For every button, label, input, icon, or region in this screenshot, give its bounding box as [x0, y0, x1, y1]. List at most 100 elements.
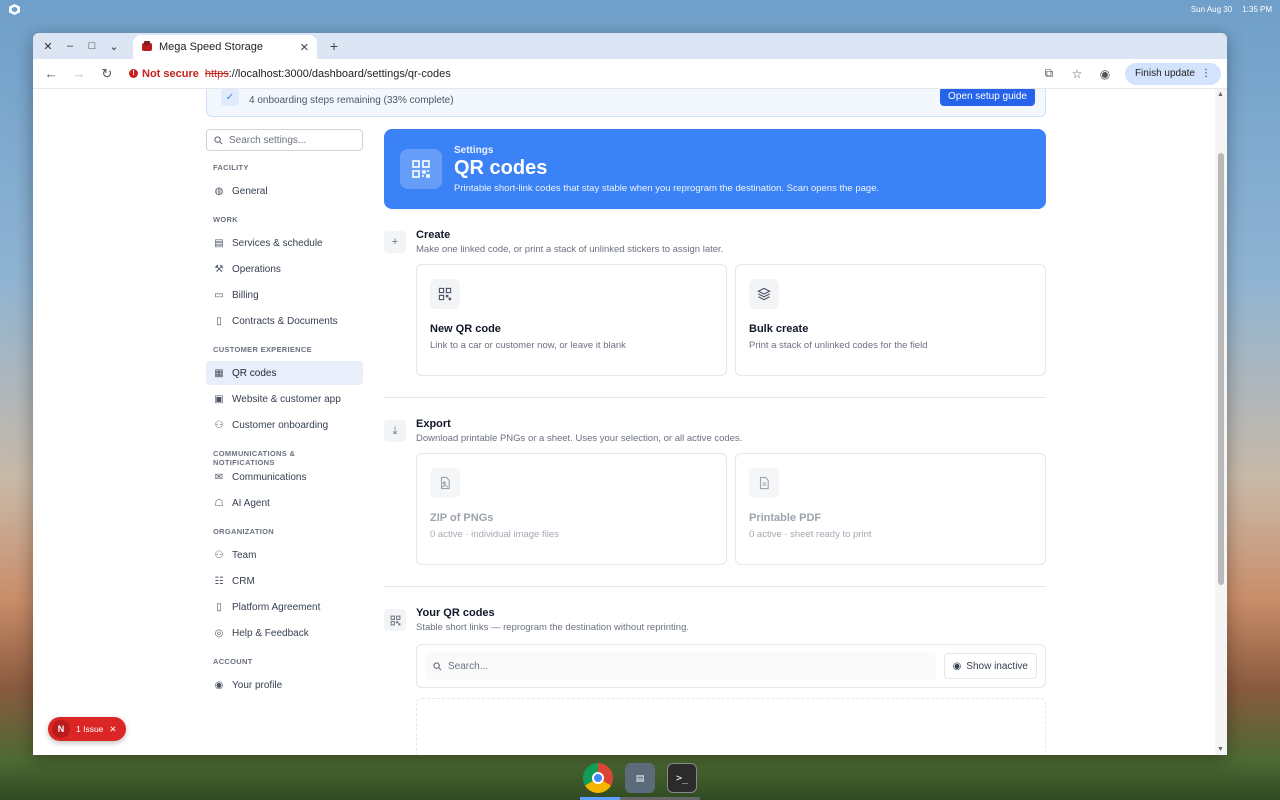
tab-search-icon[interactable]: ⌄	[103, 35, 125, 57]
chrome-app-icon[interactable]	[583, 763, 613, 793]
close-window-icon[interactable]: ✕	[37, 35, 59, 57]
sidebar-item-label: QR codes	[232, 367, 277, 379]
new-qr-code-card[interactable]: New QR code Link to a car or customer no…	[416, 264, 727, 376]
sidebar-item-ai-agent[interactable]: ☖ AI Agent	[206, 491, 363, 515]
mail-icon: ✉	[214, 471, 224, 483]
card-title: New QR code	[430, 323, 501, 335]
export-title: Export	[416, 418, 451, 430]
section-label-work: WORK	[213, 215, 238, 224]
forward-icon[interactable]: →	[67, 62, 91, 86]
close-icon[interactable]: ✕	[109, 724, 116, 735]
download-icon: ⤓	[384, 420, 406, 442]
eye-icon: ◉	[952, 660, 962, 672]
qr-code-icon	[430, 279, 460, 309]
qr-search-input[interactable]: Search...	[425, 652, 936, 680]
sidebar-item-label: Communications	[232, 471, 307, 483]
url-text[interactable]: https://localhost:3000/dashboard/setting…	[205, 68, 451, 80]
sidebar-item-website[interactable]: ▣ Website & customer app	[206, 387, 363, 411]
file-image-icon	[430, 468, 460, 498]
browser-window: ✕ – □ ⌄ Mega Speed Storage ✕ + ← → ↻ ! N…	[33, 33, 1227, 755]
bulk-create-card[interactable]: Bulk create Print a stack of unlinked co…	[735, 264, 1046, 376]
browser-tab[interactable]: Mega Speed Storage ✕	[133, 35, 317, 59]
maximize-icon[interactable]: □	[81, 35, 103, 57]
sidebar-item-label: Website & customer app	[232, 393, 341, 405]
address-bar[interactable]: ! Not secure https://localhost:3000/dash…	[123, 62, 1033, 86]
page-title: QR codes	[454, 156, 548, 179]
nextjs-logo-icon: N	[52, 720, 70, 738]
onboarding-text: 4 onboarding steps remaining (33% comple…	[249, 95, 454, 106]
scroll-down-icon[interactable]: ▼	[1217, 746, 1224, 753]
sidebar-item-operations[interactable]: ⚒ Operations	[206, 257, 363, 281]
scroll-thumb[interactable]	[1218, 153, 1224, 585]
onboarding-banner: ✓ 4 onboarding steps remaining (33% comp…	[206, 89, 1046, 117]
page-kicker: Settings	[454, 144, 494, 156]
page-viewport: ✓ 4 onboarding steps remaining (33% comp…	[33, 89, 1215, 755]
qr-code-icon	[384, 609, 406, 631]
sidebar-item-contracts[interactable]: ▯ Contracts & Documents	[206, 309, 363, 333]
credit-card-icon: ▭	[214, 289, 224, 301]
users-icon: ⚇	[214, 549, 224, 561]
url-scheme: https	[204, 67, 229, 80]
sidebar-item-label: CRM	[232, 575, 255, 587]
open-setup-guide-button[interactable]: Open setup guide	[940, 89, 1035, 106]
scroll-up-icon[interactable]: ▲	[1217, 91, 1224, 98]
document-icon: ▯	[216, 315, 222, 327]
page-scrollbar[interactable]: ▲ ▼	[1215, 89, 1227, 755]
terminal-app-icon[interactable]: >_	[667, 763, 697, 793]
os-date: Sun Aug 30	[1190, 4, 1233, 14]
install-app-icon[interactable]: ⧉	[1037, 62, 1061, 86]
tab-close-icon[interactable]: ✕	[300, 41, 309, 54]
sidebar-item-communications[interactable]: ✉ Communications	[206, 465, 363, 489]
sidebar-item-profile[interactable]: ◉ Your profile	[206, 673, 363, 697]
card-title: ZIP of PNGs	[430, 512, 494, 524]
favicon-icon	[141, 40, 153, 55]
show-inactive-button[interactable]: ◉ Show inactive	[943, 653, 1037, 679]
finish-update-label: Finish update	[1134, 68, 1195, 79]
zip-of-pngs-card[interactable]: ZIP of PNGs 0 active · individual image …	[416, 453, 727, 565]
warning-icon: !	[129, 69, 138, 78]
sidebar-item-platform[interactable]: ▯ Platform Agreement	[206, 595, 363, 619]
security-indicator[interactable]: ! Not secure	[129, 68, 199, 80]
files-app-icon[interactable]: ▤	[625, 763, 655, 793]
user-plus-icon: ⚇	[214, 419, 224, 431]
file-text-icon: ▯	[216, 601, 222, 613]
calendar-icon: ▤	[214, 237, 224, 249]
not-secure-label: Not secure	[142, 67, 199, 80]
page-description: Printable short-link codes that stay sta…	[454, 182, 880, 194]
sidebar-item-qr-codes[interactable]: ▦ QR codes	[206, 361, 363, 385]
back-icon[interactable]: ←	[39, 62, 63, 86]
sidebar-item-help[interactable]: ◎ Help & Feedback	[206, 621, 363, 645]
new-tab-icon[interactable]: +	[323, 38, 345, 54]
create-title: Create	[416, 229, 451, 241]
bookmark-star-icon[interactable]: ☆	[1065, 62, 1089, 86]
issue-badge[interactable]: N 1 Issue ✕	[48, 717, 126, 741]
settings-search-input[interactable]: Search settings...	[206, 129, 363, 151]
printable-pdf-card[interactable]: Printable PDF 0 active · sheet ready to …	[735, 453, 1046, 565]
settings-search-placeholder: Search settings...	[229, 134, 307, 146]
sidebar-item-general[interactable]: ◍ General	[206, 179, 363, 203]
reload-icon[interactable]: ↻	[95, 62, 119, 86]
onboarding-icon: ✓	[221, 89, 239, 106]
profile-icon[interactable]: ◉	[1093, 62, 1117, 86]
layers-icon	[749, 279, 779, 309]
card-title: Printable PDF	[749, 512, 822, 524]
sidebar-item-label: Operations	[232, 263, 281, 275]
sidebar-item-team[interactable]: ⚇ Team	[206, 543, 363, 567]
sidebar-item-billing[interactable]: ▭ Billing	[206, 283, 363, 307]
os-clock: 1:35 PM	[1242, 4, 1272, 14]
qr-code-icon	[400, 149, 442, 189]
sidebar-item-label: Team	[232, 549, 257, 561]
show-inactive-label: Show inactive	[966, 660, 1028, 672]
section-label-organization: ORGANIZATION	[213, 527, 274, 536]
sidebar-item-label: Contracts & Documents	[232, 315, 338, 327]
browser-toolbar: ← → ↻ ! Not secure https://localhost:300…	[33, 59, 1227, 89]
os-logo-icon[interactable]	[8, 3, 20, 15]
sidebar-item-crm[interactable]: ☷ CRM	[206, 569, 363, 593]
sidebar-item-onboarding[interactable]: ⚇ Customer onboarding	[206, 413, 363, 437]
main-content: Settings QR codes Printable short-link c…	[384, 129, 1046, 755]
sidebar-item-label: General	[232, 185, 268, 197]
plus-icon: +	[384, 231, 406, 253]
minimize-icon[interactable]: –	[59, 35, 81, 57]
finish-update-button[interactable]: Finish update ⋮	[1124, 62, 1221, 85]
sidebar-item-services[interactable]: ▤ Services & schedule	[206, 231, 363, 255]
